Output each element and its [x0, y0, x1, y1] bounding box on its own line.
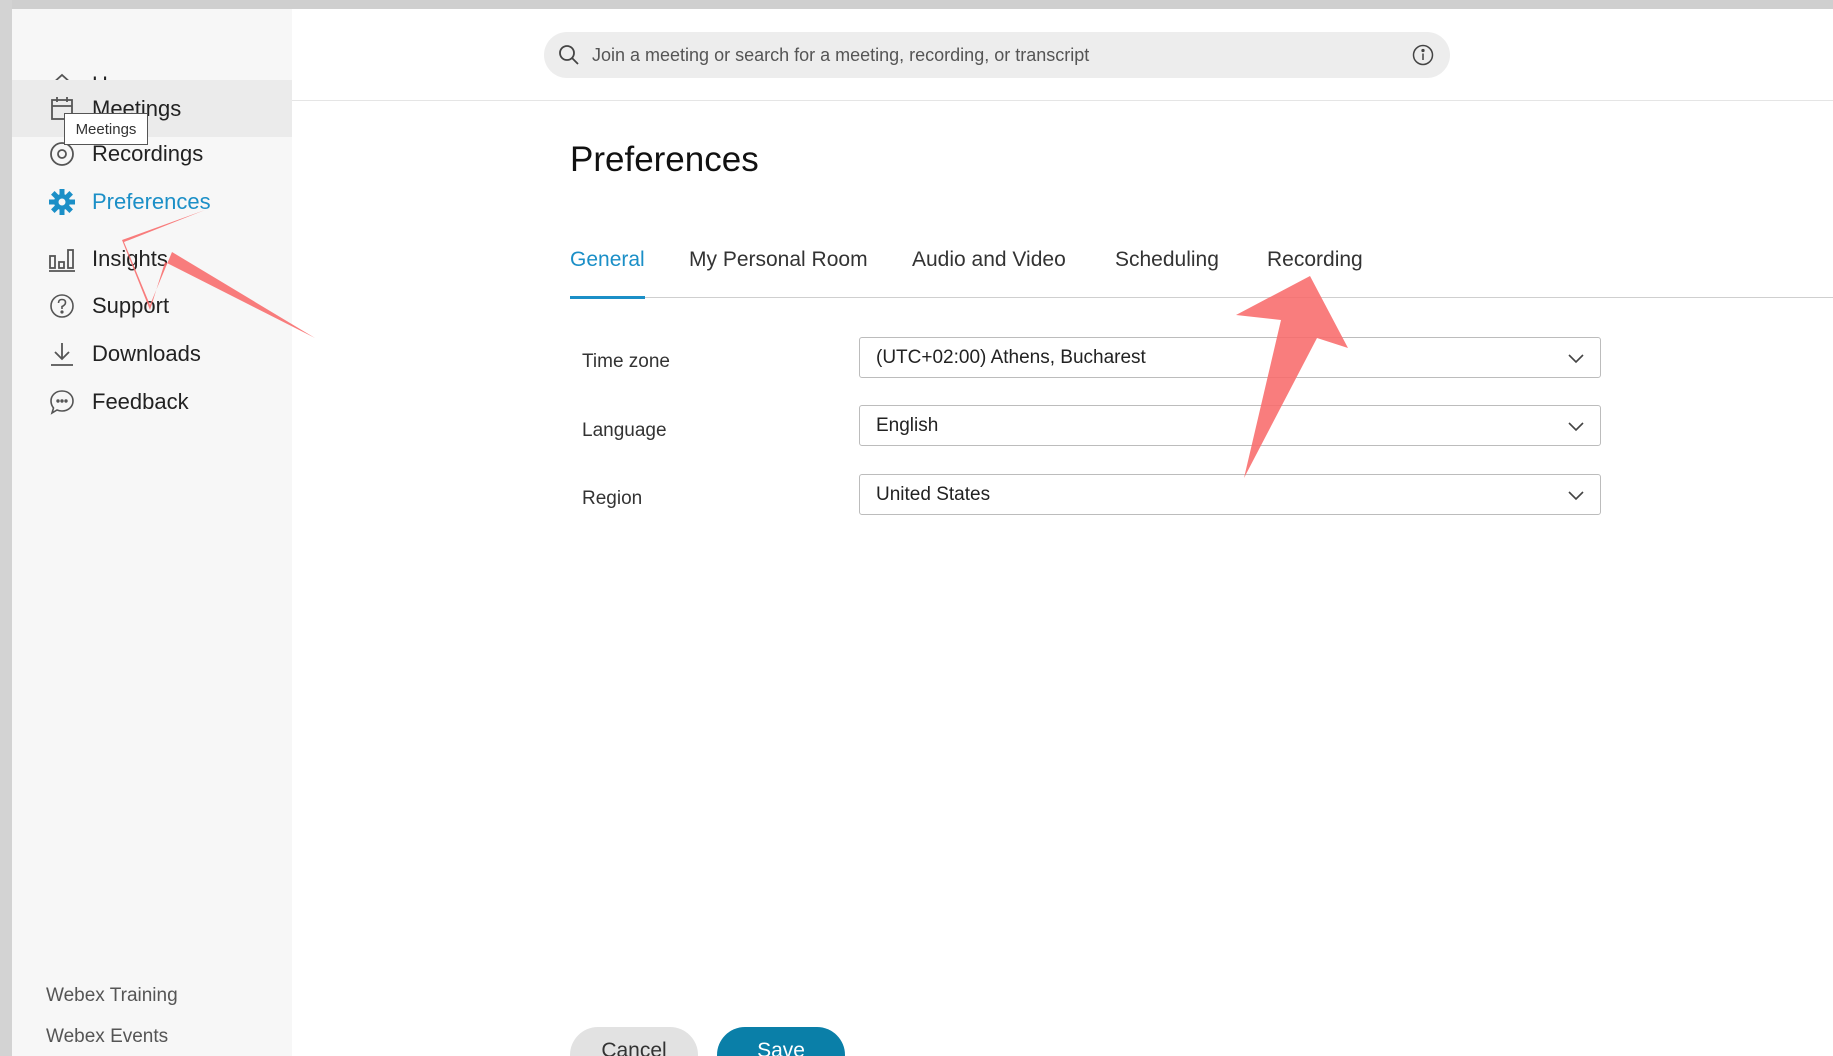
page-title: Preferences	[570, 140, 759, 179]
region-label: Region	[582, 488, 643, 509]
time-zone-select[interactable]: (UTC+02:00) Athens, Bucharest	[859, 337, 1601, 378]
sidebar-item-preferences[interactable]: Preferences	[12, 174, 292, 230]
preferences-tabs: General My Personal Room Audio and Video…	[570, 248, 1833, 299]
chevron-down-icon	[1566, 416, 1586, 436]
search-input[interactable]: Join a meeting or search for a meeting, …	[544, 32, 1450, 78]
tab-scheduling[interactable]: Scheduling	[1115, 248, 1219, 298]
app-window: Home Meetings Recordings Preferences Ins	[0, 0, 1833, 1056]
top-bar: Join a meeting or search for a meeting, …	[292, 9, 1833, 101]
time-zone-label: Time zone	[582, 351, 670, 372]
time-zone-value: (UTC+02:00) Athens, Bucharest	[876, 346, 1146, 368]
gear-icon	[48, 188, 76, 216]
info-icon[interactable]	[1410, 42, 1436, 68]
language-select[interactable]: English	[859, 405, 1601, 446]
chevron-down-icon	[1566, 348, 1586, 368]
cancel-button[interactable]: Cancel	[570, 1027, 698, 1056]
sidebar-item-label: Feedback	[92, 389, 189, 414]
search-icon	[558, 44, 580, 66]
sidebar-item-label: Downloads	[92, 341, 201, 366]
webex-training-link[interactable]: Webex Training	[46, 985, 178, 1007]
tab-my-personal-room[interactable]: My Personal Room	[689, 248, 868, 298]
help-icon	[48, 292, 76, 320]
download-icon	[48, 340, 76, 368]
tab-recording[interactable]: Recording	[1267, 248, 1363, 298]
language-label: Language	[582, 420, 667, 441]
region-value: United States	[876, 483, 991, 505]
tab-general[interactable]: General	[570, 248, 645, 299]
bar-chart-icon	[48, 245, 76, 273]
sidebar-item-label: Support	[92, 293, 170, 318]
chevron-down-icon	[1566, 485, 1586, 505]
meetings-tooltip: Meetings	[64, 113, 148, 145]
language-value: English	[876, 414, 939, 436]
search-placeholder: Join a meeting or search for a meeting, …	[592, 44, 1090, 65]
sidebar-item-label: Insights	[92, 246, 168, 271]
sidebar: Home Meetings Recordings Preferences Ins	[12, 9, 292, 1056]
window-top-border	[0, 0, 1833, 9]
region-select[interactable]: United States	[859, 474, 1601, 515]
tab-audio-and-video[interactable]: Audio and Video	[912, 248, 1066, 298]
save-button[interactable]: Save	[717, 1027, 845, 1056]
window-left-border	[0, 0, 12, 1056]
sidebar-item-feedback[interactable]: Feedback	[12, 374, 292, 430]
sidebar-item-label: Preferences	[92, 189, 211, 214]
webex-events-link[interactable]: Webex Events	[46, 1026, 168, 1048]
chat-icon	[48, 388, 76, 416]
